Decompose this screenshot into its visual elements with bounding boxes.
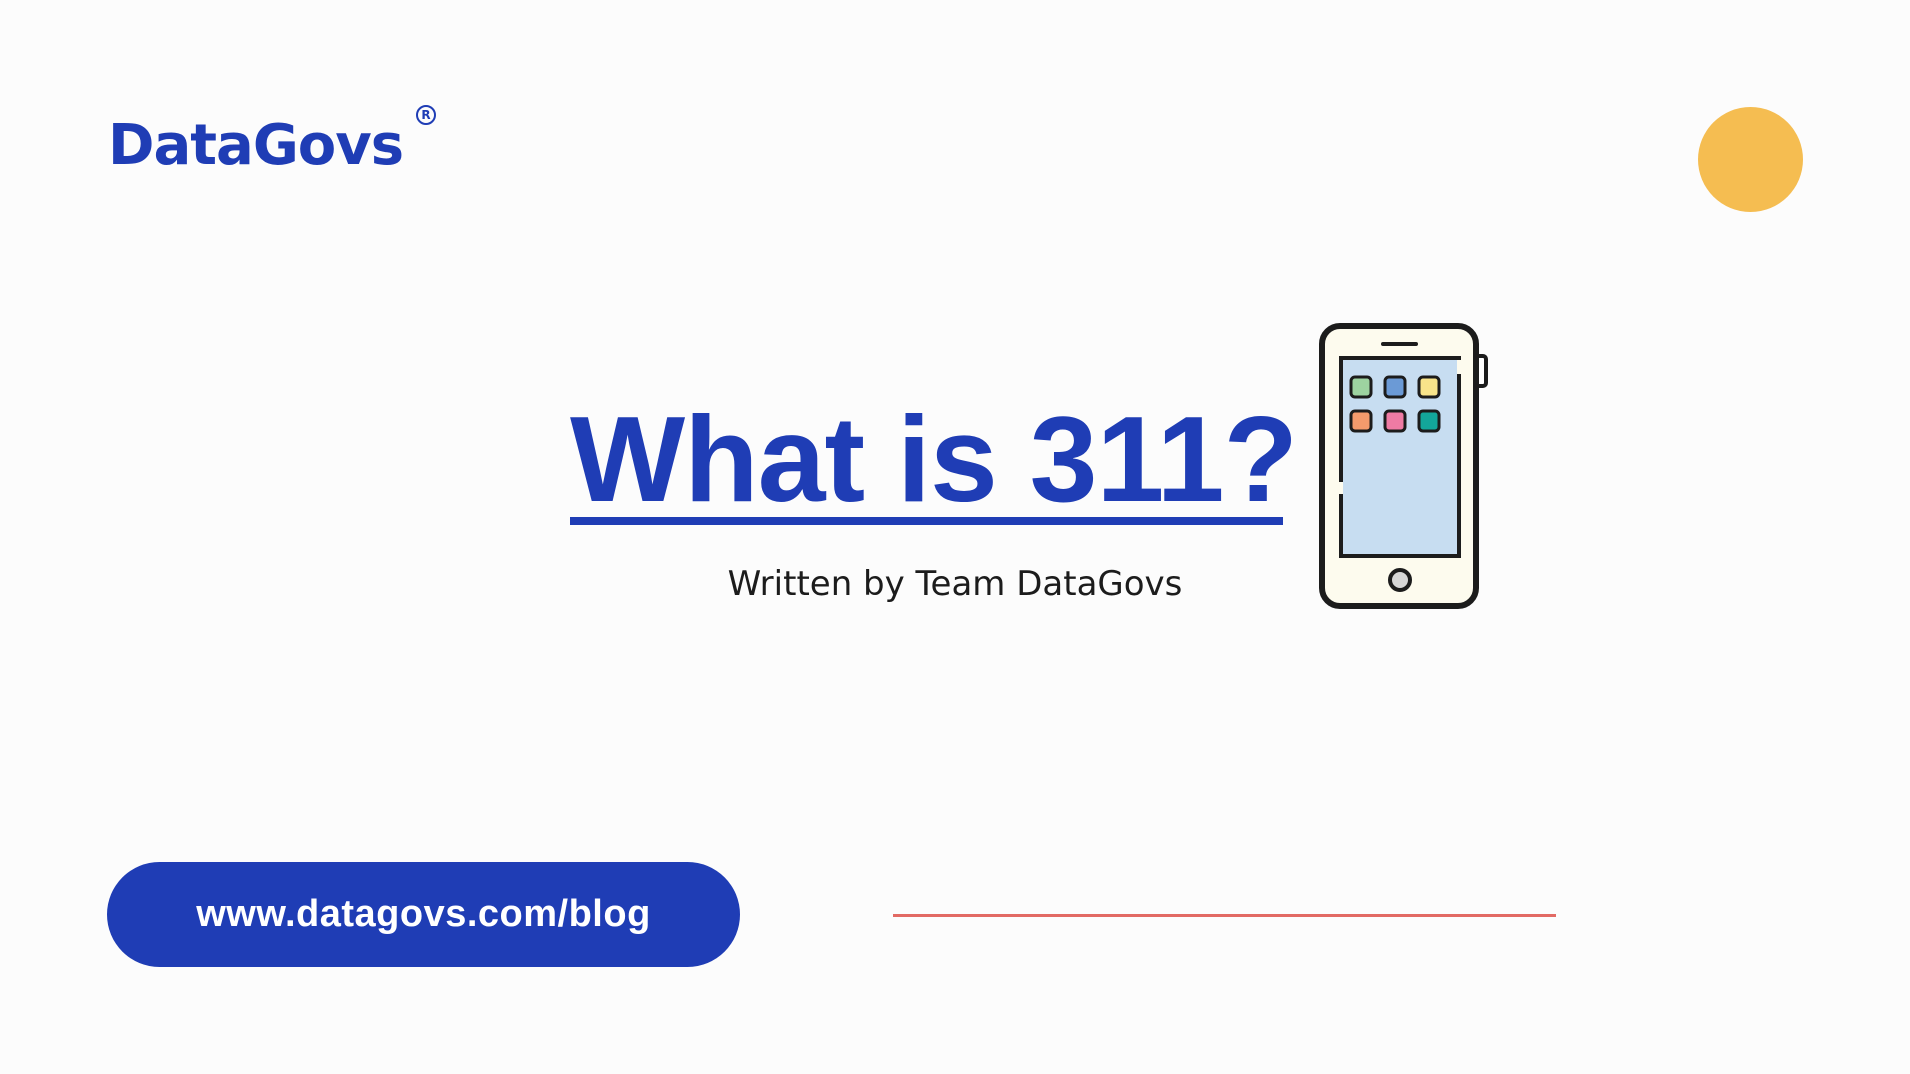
decorative-divider-line [893, 914, 1556, 917]
blog-url-button[interactable]: www.datagovs.com/blog [107, 862, 740, 967]
title-underline [570, 517, 1283, 525]
registered-trademark-icon: R [416, 105, 436, 125]
brand-logo: DataGovs [108, 113, 404, 178]
smartphone-icon [1319, 323, 1488, 609]
page-title[interactable]: What is 311? [570, 398, 1298, 520]
accent-circle [1698, 107, 1803, 212]
author-byline: Written by Team DataGovs [727, 564, 1183, 604]
